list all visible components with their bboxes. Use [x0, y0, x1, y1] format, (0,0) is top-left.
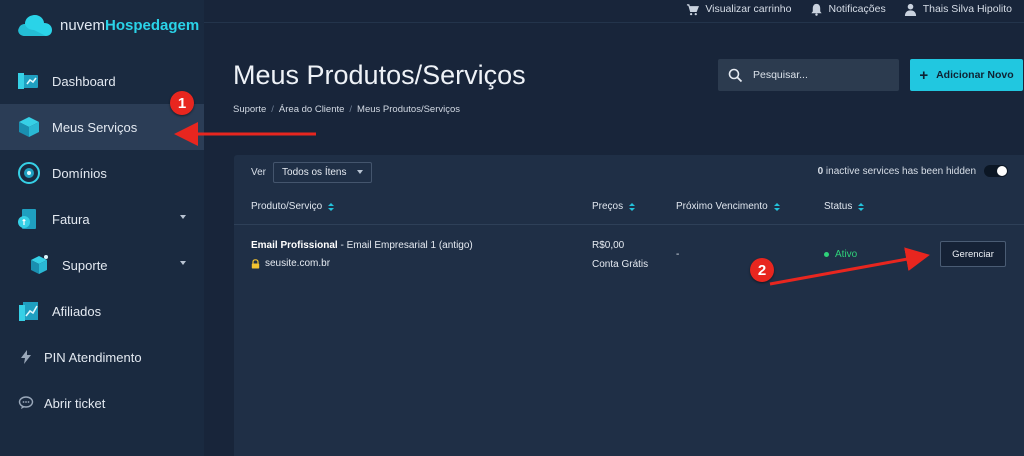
breadcrumb-item-current: Meus Produtos/Serviços [357, 104, 461, 115]
filter-label: Ver [251, 166, 267, 178]
status-text: Ativo [835, 249, 858, 260]
bell-icon [810, 3, 822, 16]
sidebar-item-label: Dashboard [52, 73, 116, 89]
chevron-down-icon [180, 215, 186, 219]
sidebar-item-label: Afiliados [52, 303, 102, 319]
status-badge: Ativo [824, 249, 857, 260]
column-header-status[interactable]: Status [824, 201, 865, 212]
column-header-label: Produto/Serviço [251, 201, 323, 212]
add-new-label: Adicionar Novo [936, 69, 1014, 81]
inactive-services-text: 0 inactive services has been hidden [817, 165, 976, 177]
bolt-icon [21, 350, 31, 364]
user-icon [904, 3, 916, 16]
topbar: Visualizar carrinho Notificações Thais S… [204, 0, 1024, 18]
chat-icon [18, 396, 34, 409]
product-name: Email Profissional [251, 240, 338, 251]
services-panel: Ver Todos os Ítens 0 inactive services h… [234, 155, 1024, 456]
annotation-badge-1: 1 [170, 91, 194, 115]
column-header-label: Próximo Vencimento [676, 201, 768, 212]
column-header-price[interactable]: Preços [592, 201, 636, 212]
logo[interactable]: nuvemHospedagem [16, 10, 199, 40]
breadcrumb-separator: / [271, 104, 274, 115]
user-name: Thais Silva Hipolito [922, 3, 1012, 15]
sidebar-item-label: Meus Serviços [52, 119, 138, 135]
sidebar-item-label: Domínios [52, 165, 107, 181]
logo-text: nuvemHospedagem [60, 16, 200, 34]
sidebar-item-suporte[interactable]: Suporte [0, 242, 204, 288]
sort-icon [858, 202, 865, 211]
plus-icon: + [919, 66, 929, 84]
sidebar-item-abrir-ticket[interactable]: Abrir ticket [0, 380, 204, 426]
invoice-icon [18, 209, 36, 229]
sidebar-item-label: Abrir ticket [44, 395, 106, 411]
sidebar-item-label: Suporte [62, 257, 108, 273]
column-header-label: Preços [592, 201, 624, 212]
inactive-services-toggle[interactable] [984, 165, 1008, 177]
support-cube-icon [31, 255, 48, 274]
sidebar-item-pin-atendimento[interactable]: PIN Atendimento [0, 334, 204, 380]
sidebar-item-label: PIN Atendimento [44, 349, 142, 365]
status-dot-icon [824, 251, 829, 257]
filter-row: Ver Todos os Ítens [251, 161, 372, 183]
box-icon [19, 117, 39, 137]
search-icon [728, 68, 743, 82]
cart-icon [687, 3, 700, 15]
sidebar-item-afiliados[interactable]: Afiliados [0, 288, 204, 334]
filter-select[interactable]: Todos os Ítens [273, 161, 372, 183]
breadcrumb: Suporte / Área do Cliente / Meus Produto… [233, 104, 460, 115]
sidebar-item-dominios[interactable]: Domínios [0, 150, 204, 196]
notifications-link[interactable]: Notificações [810, 3, 886, 16]
chart-icon [19, 302, 38, 321]
topbar-divider [204, 22, 1024, 23]
breadcrumb-separator: / [349, 104, 353, 115]
column-header-due[interactable]: Próximo Vencimento [676, 201, 780, 212]
billing-cycle: Conta Grátis [592, 259, 649, 270]
breadcrumb-item-suporte[interactable]: Suporte [233, 104, 266, 115]
annotation-badge-2: 2 [750, 258, 774, 282]
table-divider [234, 224, 1024, 225]
user-menu[interactable]: Thais Silva Hipolito [904, 3, 1012, 16]
column-header-label: Status [824, 201, 853, 212]
cloud-logo-icon [18, 15, 52, 36]
filter-value: Todos os Ítens [282, 166, 347, 178]
manage-button[interactable]: Gerenciar [940, 241, 1006, 267]
search-input[interactable] [753, 69, 883, 81]
lock-icon [251, 258, 260, 268]
price-value: R$0,00 [592, 240, 625, 251]
dashboard-icon [18, 73, 38, 89]
breadcrumb-item-area-cliente[interactable]: Área do Cliente [279, 104, 344, 115]
sort-icon [328, 202, 335, 211]
globe-icon [18, 162, 40, 184]
product-cell[interactable]: Email Profissional - Email Empresarial 1… [251, 240, 473, 251]
product-detail: - Email Empresarial 1 (antigo) [337, 240, 473, 251]
add-new-button[interactable]: + Adicionar Novo [910, 59, 1023, 91]
product-domain: seusite.com.br [251, 258, 330, 269]
notifications-label: Notificações [828, 3, 886, 15]
sort-icon [629, 202, 636, 211]
column-header-product[interactable]: Produto/Serviço [251, 201, 335, 212]
cart-label: Visualizar carrinho [705, 3, 792, 15]
sidebar-item-fatura[interactable]: Fatura [0, 196, 204, 242]
chevron-down-icon [356, 170, 363, 174]
sidebar-nav: Dashboard Meus Serviços Domínios Fatura … [0, 58, 204, 426]
sort-icon [773, 202, 780, 211]
due-date: - [676, 249, 680, 260]
chevron-down-icon [180, 261, 186, 265]
cart-link[interactable]: Visualizar carrinho [686, 3, 792, 16]
sidebar: nuvemHospedagem Dashboard Meus Serviços [0, 0, 204, 456]
domain-text: seusite.com.br [265, 258, 331, 269]
page-title: Meus Produtos/Serviços [233, 60, 526, 90]
search-box [718, 59, 899, 91]
sidebar-item-label: Fatura [52, 211, 90, 227]
inactive-services-toggle-row: 0 inactive services has been hidden [818, 165, 1008, 177]
